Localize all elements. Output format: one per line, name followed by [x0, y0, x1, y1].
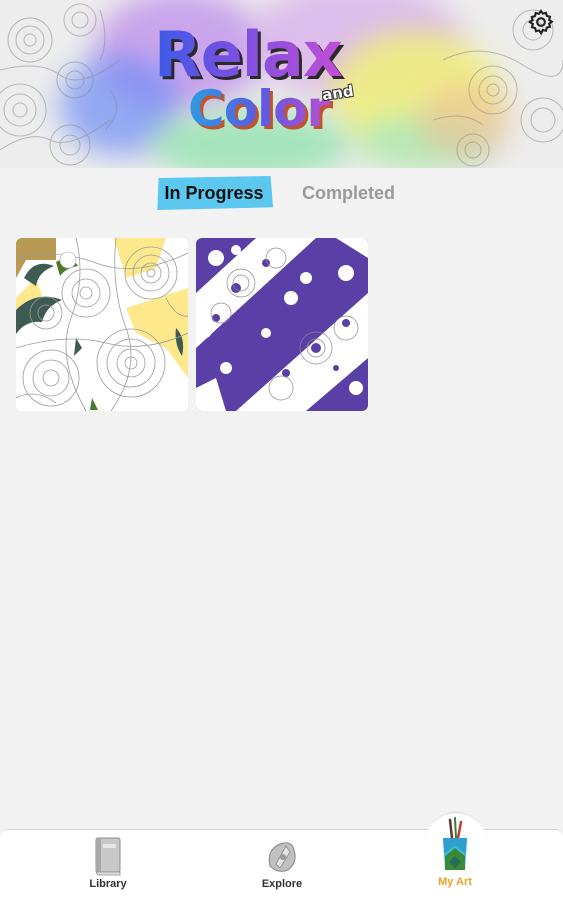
nav-label-my-art: My Art [438, 876, 472, 888]
nav-item-library[interactable]: Library [58, 836, 158, 896]
gear-icon[interactable] [527, 8, 555, 36]
compass-icon [268, 842, 296, 872]
nav-label-explore: Explore [261, 878, 303, 890]
app-logo: Relax Color and [150, 18, 420, 148]
tab-in-progress[interactable]: In Progress [157, 176, 273, 210]
artwork-thumbnail-floral-pattern[interactable] [196, 238, 368, 411]
lace-decoration [0, 3, 121, 166]
logo-and-text: and [320, 81, 355, 105]
book-icon [95, 837, 121, 876]
header-banner: Relax Color and [0, 0, 563, 168]
nav-item-my-art[interactable]: My Art [405, 816, 505, 896]
floral-pattern-artwork-image [196, 238, 368, 411]
logo-color-text: Color [188, 80, 331, 138]
tab-completed[interactable]: Completed [302, 176, 395, 210]
rose-artwork-image [16, 238, 188, 411]
art-status-tabs: In Progress Completed [0, 176, 563, 212]
artwork-grid [16, 238, 556, 413]
paintbrush-cup-icon [443, 817, 467, 870]
nav-label-library: Library [89, 878, 127, 890]
artwork-thumbnail-roses[interactable] [16, 238, 188, 411]
nav-item-explore[interactable]: Explore [232, 836, 332, 896]
